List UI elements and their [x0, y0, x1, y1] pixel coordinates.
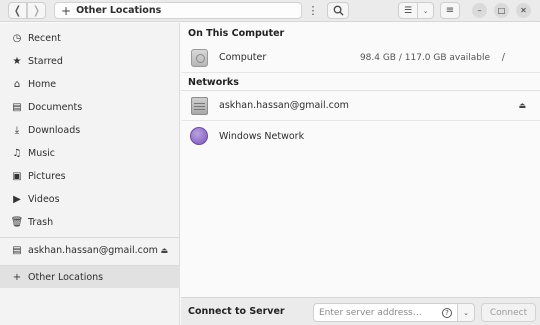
sidebar-item-trash[interactable]: 🗑 Trash: [0, 211, 180, 233]
download-icon: ⤓: [14, 124, 20, 136]
help-icon[interactable]: ?: [442, 308, 452, 318]
star-icon: ★: [12, 55, 22, 67]
eject-icon[interactable]: ⏏: [518, 101, 526, 110]
sidebar-item-music[interactable]: ♫ Music: [0, 142, 180, 164]
sidebar-item-label: askhan.hassan@gmail.com: [28, 244, 158, 256]
sidebar-item-label: Videos: [28, 193, 60, 205]
sidebar-item-label: Recent: [28, 32, 61, 44]
hamburger-menu-icon: ≡: [445, 5, 455, 16]
sidebar-item-label: Music: [28, 147, 56, 159]
music-icon: ♫: [12, 147, 22, 159]
sidebar-item-label: Starred: [28, 55, 63, 67]
section-title-networks: Networks: [188, 77, 239, 88]
chevron-left-icon: ❬: [12, 4, 23, 17]
maximize-icon: □: [497, 6, 506, 15]
mount-path: /: [501, 52, 505, 63]
sidebar-item-label: Pictures: [28, 170, 66, 182]
kebab-menu-icon: ⋮: [307, 4, 319, 17]
location-label: Other Locations: [76, 5, 162, 16]
close-icon: ✕: [520, 6, 527, 15]
recent-servers-dropdown[interactable]: ⌄: [458, 303, 475, 322]
sidebar-item-label: Home: [28, 78, 57, 90]
list-view-button[interactable]: ☰: [398, 2, 418, 19]
location-name: Computer: [219, 52, 267, 63]
sidebar-item-recent[interactable]: ◷ Recent: [0, 27, 180, 49]
sidebar-item-starred[interactable]: ★ Starred: [0, 50, 180, 72]
sidebar-item-label: Trash: [28, 216, 54, 228]
minimize-button[interactable]: –: [472, 3, 487, 18]
locations-view: On This Computer Computer 98.4 GB / 117.…: [181, 23, 540, 297]
search-icon: [333, 5, 344, 16]
maximize-button[interactable]: □: [494, 3, 509, 18]
forward-button[interactable]: ❭: [27, 2, 46, 19]
plus-icon: +: [12, 271, 22, 283]
connect-to-server-label: Connect to Server: [188, 306, 285, 317]
trash-icon: 🗑: [10, 216, 24, 228]
sidebar-item-pictures[interactable]: ▣ Pictures: [0, 165, 180, 187]
home-icon: ⌂: [13, 78, 21, 90]
location-menu-button[interactable]: ⋮: [306, 2, 320, 19]
minimize-icon: –: [477, 6, 482, 15]
chevron-down-icon: ⌄: [463, 308, 469, 317]
section-title-this-computer: On This Computer: [188, 28, 285, 39]
sidebar-item-documents[interactable]: ▤ Documents: [0, 96, 180, 118]
network-drive-icon: [190, 96, 208, 115]
location-name: askhan.hassan@gmail.com: [219, 100, 349, 111]
connect-button[interactable]: Connect: [481, 303, 536, 322]
view-options-dropdown[interactable]: ⌄: [418, 2, 434, 19]
search-button[interactable]: [327, 2, 349, 19]
header-bar: ❬ ❭ + Other Locations ⋮ ☰ ⌄ ≡ – □ ✕: [0, 0, 540, 22]
sidebar-item-label: Documents: [28, 101, 83, 113]
main-menu-button[interactable]: ≡: [440, 2, 460, 19]
sidebar-item-network-mount[interactable]: ▤ askhan.hassan@gmail.com ⏏: [0, 239, 180, 261]
sidebar-item-videos[interactable]: ▶ Videos: [0, 188, 180, 210]
back-button[interactable]: ❬: [8, 2, 27, 19]
video-icon: ▶: [13, 193, 21, 205]
location-row-network-mount[interactable]: askhan.hassan@gmail.com ⏏: [181, 91, 540, 121]
hard-drive-icon: [190, 48, 208, 67]
location-name: Windows Network: [219, 130, 305, 142]
sidebar-item-label: Downloads: [28, 124, 81, 136]
close-button[interactable]: ✕: [516, 3, 531, 18]
location-row-computer[interactable]: Computer 98.4 GB / 117.0 GB available /: [181, 43, 540, 73]
connect-to-server-bar: Connect to Server ? ⌄ Connect: [181, 297, 540, 325]
eject-icon[interactable]: ⏏: [160, 246, 168, 255]
globe-icon: [190, 127, 208, 145]
clock-icon: ◷: [12, 32, 22, 44]
sidebar-item-other-locations[interactable]: + Other Locations: [0, 266, 180, 288]
network-drive-icon: ▤: [12, 244, 22, 256]
picture-icon: ▣: [12, 170, 22, 182]
chevron-right-icon: ❭: [31, 4, 42, 17]
location-row-windows-network[interactable]: Windows Network: [181, 121, 540, 151]
disk-usage: 98.4 GB / 117.0 GB available: [359, 52, 490, 63]
sidebar-divider: [0, 237, 180, 238]
document-icon: ▤: [12, 101, 22, 113]
list-view-icon: ☰: [403, 5, 413, 16]
sidebar-item-label: Other Locations: [28, 271, 104, 283]
location-bar[interactable]: + Other Locations: [54, 2, 302, 19]
server-address-input[interactable]: [313, 303, 458, 322]
chevron-down-icon: ⌄: [422, 6, 429, 15]
plus-icon: +: [61, 3, 72, 18]
sidebar-item-downloads[interactable]: ⤓ Downloads: [0, 119, 180, 141]
sidebar-item-home[interactable]: ⌂ Home: [0, 73, 180, 95]
sidebar: ◷ Recent ★ Starred ⌂ Home ▤ Documents ⤓ Downl…: [0, 23, 180, 325]
